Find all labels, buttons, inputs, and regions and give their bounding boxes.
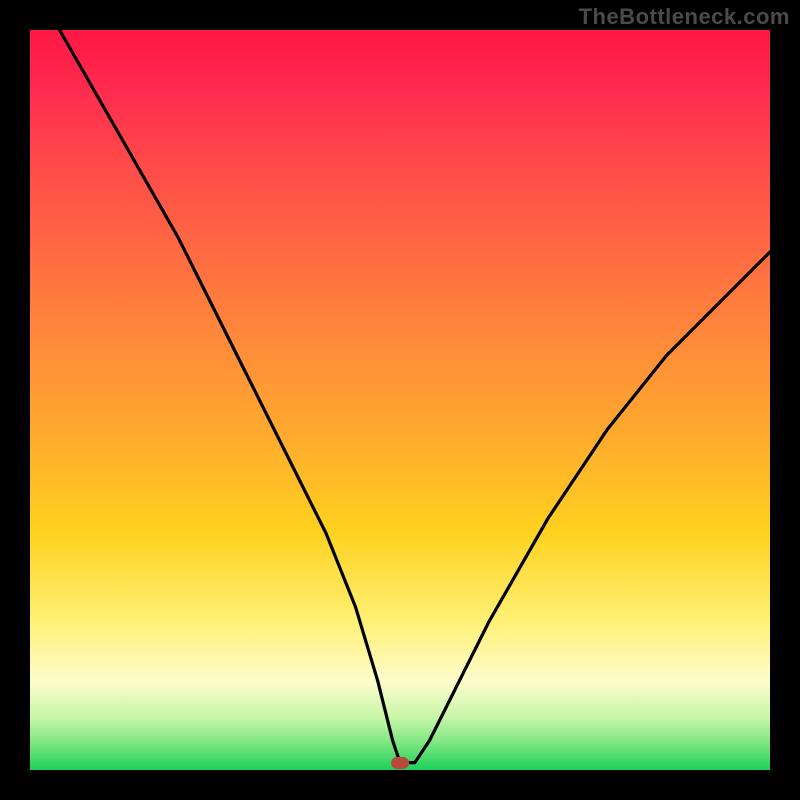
- optimal-point-marker: [391, 757, 409, 769]
- chart-frame: TheBottleneck.com: [0, 0, 800, 800]
- watermark-text: TheBottleneck.com: [579, 4, 790, 30]
- bottleneck-curve: [30, 30, 770, 770]
- curve-path: [60, 30, 770, 763]
- plot-area: [30, 30, 770, 770]
